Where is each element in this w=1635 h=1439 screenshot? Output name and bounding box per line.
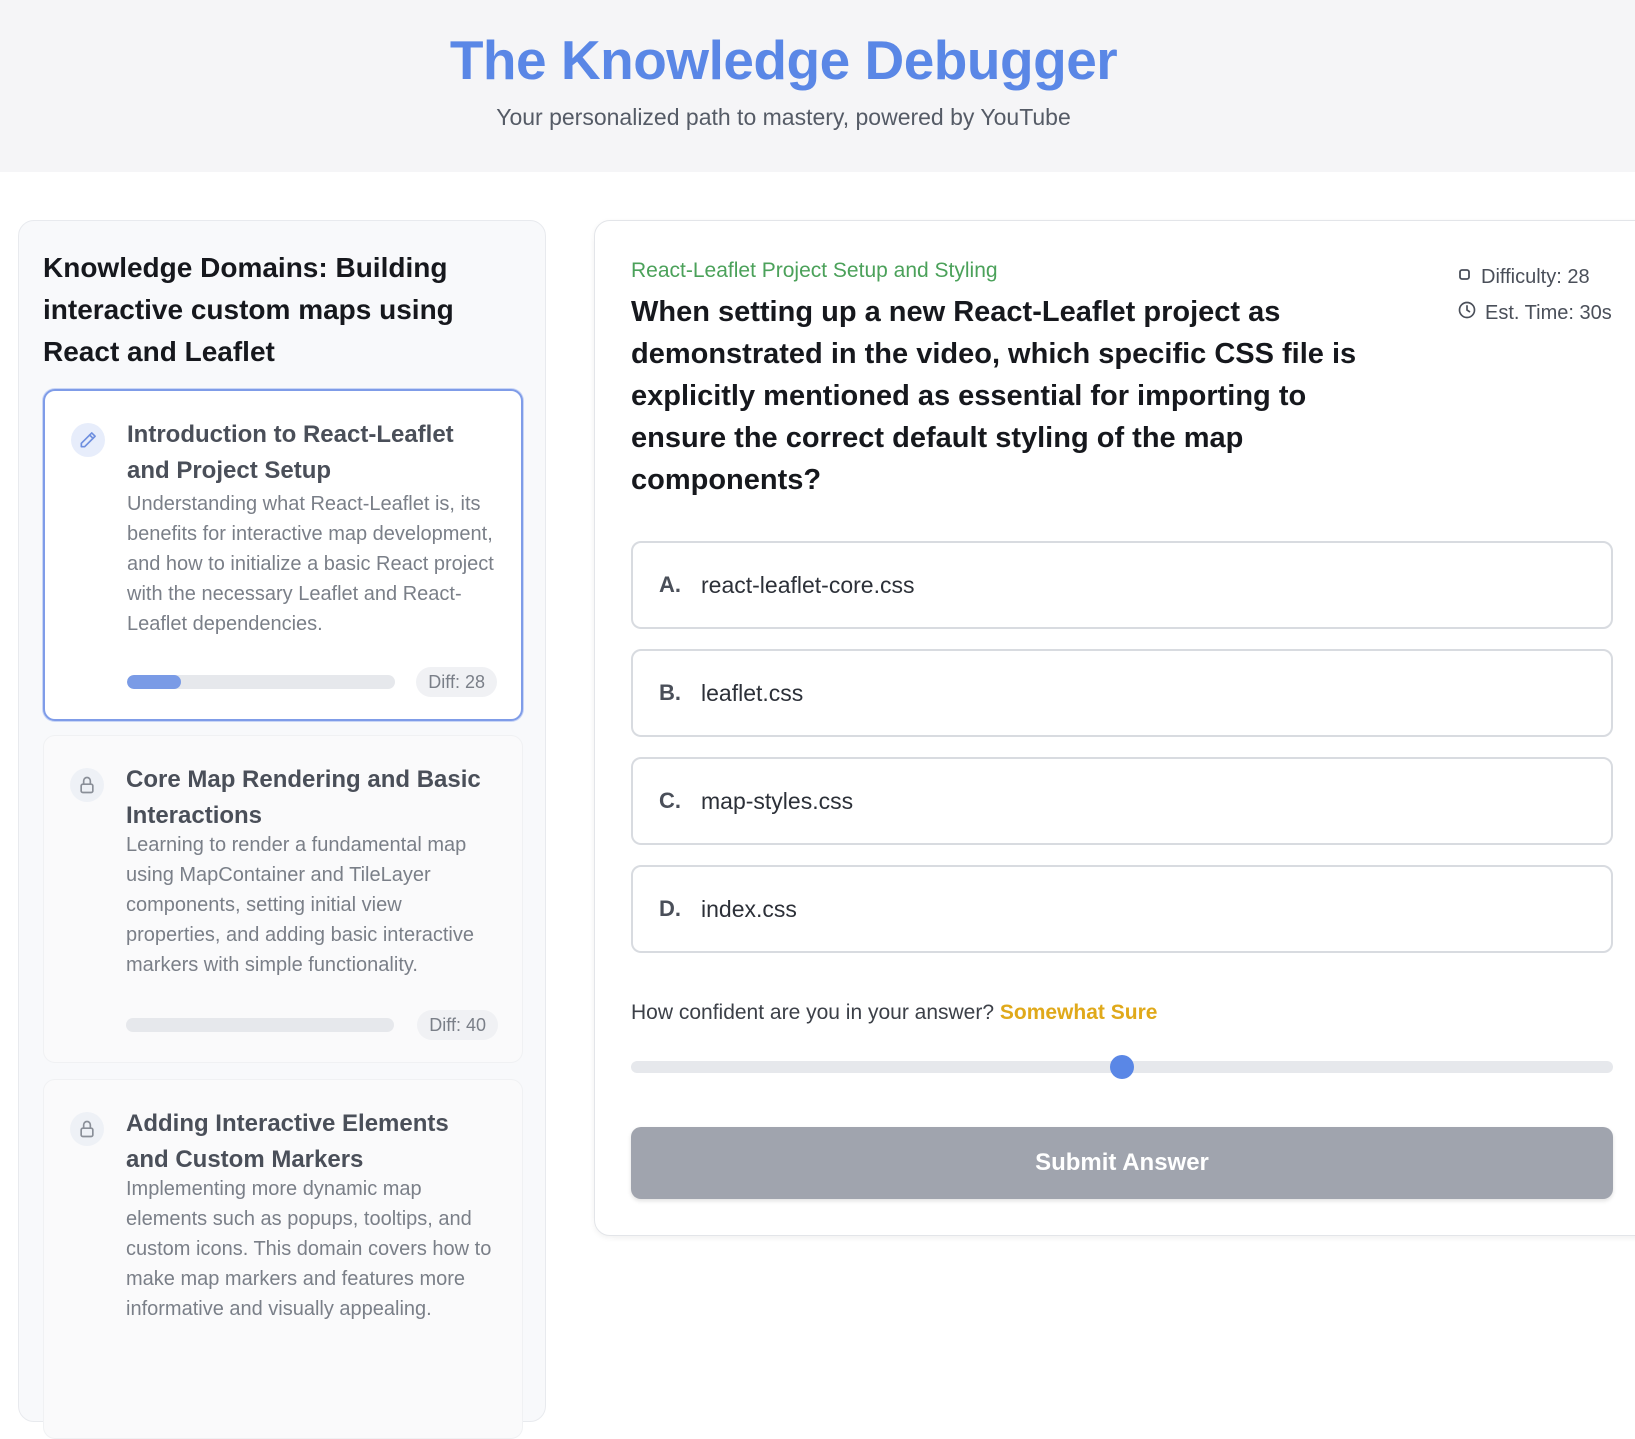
option-text: react-leaflet-core.css bbox=[701, 571, 915, 598]
option-letter: A. bbox=[659, 572, 681, 597]
lock-icon bbox=[70, 768, 104, 802]
domain-difficulty-badge: Diff: 28 bbox=[416, 667, 497, 697]
domain-description: Understanding what React-Leaflet is, its… bbox=[127, 493, 494, 635]
domain-title: Adding Interactive Elements and Custom M… bbox=[126, 1110, 449, 1173]
domain-difficulty-badge: Diff: 40 bbox=[417, 1010, 498, 1040]
confidence-slider[interactable] bbox=[631, 1055, 1613, 1079]
answer-option-c[interactable]: C. map-styles.css bbox=[631, 757, 1613, 845]
domain-card-interactive-elements[interactable]: Adding Interactive Elements and Custom M… bbox=[43, 1079, 523, 1439]
domain-card-core-rendering[interactable]: Core Map Rendering and Basic Interaction… bbox=[43, 735, 523, 1063]
clock-icon bbox=[1457, 300, 1485, 326]
domain-title: Introduction to React-Leaflet and Projec… bbox=[127, 421, 454, 484]
option-letter: C. bbox=[659, 788, 681, 813]
page-header: The Knowledge Debugger Your personalized… bbox=[0, 0, 1635, 172]
answer-option-b[interactable]: B. leaflet.css bbox=[631, 649, 1613, 737]
domain-title: Core Map Rendering and Basic Interaction… bbox=[126, 766, 481, 829]
domain-card-intro[interactable]: Introduction to React-Leaflet and Projec… bbox=[43, 389, 523, 721]
question-panel: React-Leaflet Project Setup and Styling … bbox=[594, 220, 1635, 1236]
question-topic: React-Leaflet Project Setup and Styling bbox=[631, 259, 998, 282]
confidence-question: How confident are you in your answer? bbox=[631, 1001, 995, 1024]
confidence-label: How confident are you in your answer? So… bbox=[631, 1001, 1157, 1025]
question-difficulty: Difficulty: 28 bbox=[1481, 265, 1590, 288]
option-letter: D. bbox=[659, 896, 681, 921]
difficulty-icon bbox=[1457, 266, 1481, 289]
confidence-value: Somewhat Sure bbox=[999, 1001, 1158, 1024]
option-text: map-styles.css bbox=[701, 787, 854, 814]
knowledge-domains-sidebar: Knowledge Domains: Building interactive … bbox=[18, 220, 546, 1439]
submit-answer-button[interactable]: Submit Answer bbox=[631, 1127, 1613, 1199]
option-text: index.css bbox=[701, 895, 797, 922]
confidence-slider-thumb[interactable] bbox=[1110, 1055, 1134, 1079]
question-text: When setting up a new React-Leaflet proj… bbox=[631, 296, 1357, 496]
sidebar-title: Knowledge Domains: Building interactive … bbox=[43, 252, 454, 367]
domain-description: Implementing more dynamic map elements s… bbox=[126, 1178, 492, 1320]
answer-option-d[interactable]: D. index.css bbox=[631, 865, 1613, 953]
domain-description: Learning to render a fundamental map usi… bbox=[126, 834, 474, 976]
answer-option-a[interactable]: A. react-leaflet-core.css bbox=[631, 541, 1613, 629]
domain-progress-bar bbox=[126, 1018, 394, 1032]
pencil-icon bbox=[71, 423, 105, 457]
app-title: The Knowledge Debugger bbox=[449, 29, 1118, 91]
question-est-time: Est. Time: 30s bbox=[1485, 301, 1612, 324]
option-text: leaflet.css bbox=[701, 679, 804, 706]
domain-progress-fill bbox=[127, 675, 181, 689]
lock-icon bbox=[70, 1112, 104, 1146]
option-letter: B. bbox=[659, 680, 681, 705]
app-subtitle: Your personalized path to mastery, power… bbox=[496, 104, 1071, 130]
domain-progress-bar bbox=[127, 675, 395, 689]
question-meta: Difficulty: 28 Est. Time: 30s bbox=[1457, 259, 1612, 331]
